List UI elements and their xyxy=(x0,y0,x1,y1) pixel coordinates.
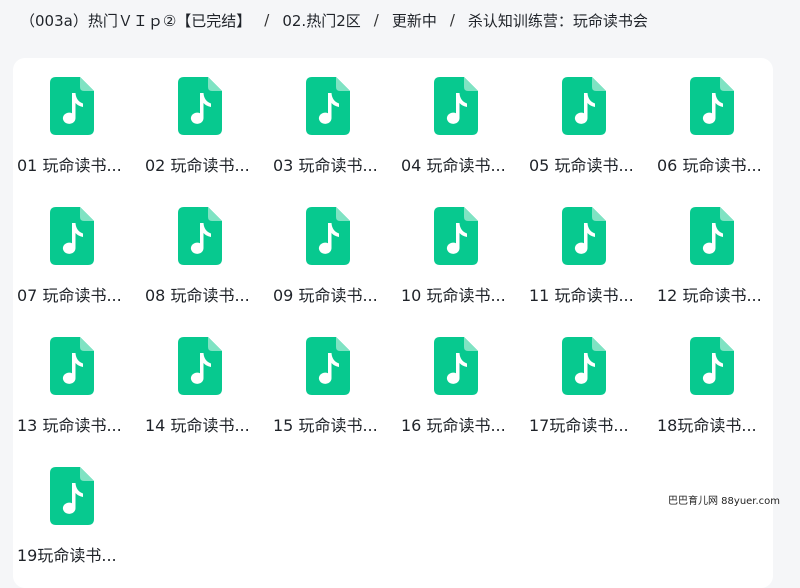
breadcrumb-item-root[interactable]: （003a）热门ＶＩｐ②【已完结】 xyxy=(20,10,251,31)
file-item[interactable]: 13 玩命读书... xyxy=(13,318,133,438)
music-file-icon xyxy=(690,77,734,135)
file-name-label: 19玩命读书... xyxy=(17,546,117,565)
file-item[interactable]: 18玩命读书... xyxy=(653,318,773,438)
file-item[interactable]: 10 玩命读书... xyxy=(397,188,517,308)
file-item[interactable]: 07 玩命读书... xyxy=(13,188,133,308)
file-item[interactable]: 14 玩命读书... xyxy=(141,318,261,438)
music-file-icon xyxy=(178,207,222,265)
file-item[interactable]: 05 玩命读书... xyxy=(525,58,645,178)
file-item[interactable]: 17玩命读书... xyxy=(525,318,645,438)
music-file-icon xyxy=(434,77,478,135)
watermark-text: 巴巴育儿网 88yuer.com xyxy=(668,496,781,507)
file-item[interactable]: 02 玩命读书... xyxy=(141,58,261,178)
breadcrumb-separator: / xyxy=(373,11,379,29)
music-file-icon xyxy=(562,207,606,265)
file-name-label: 04 玩命读书... xyxy=(401,156,506,175)
music-file-icon xyxy=(562,337,606,395)
music-file-icon xyxy=(50,467,94,525)
file-item[interactable]: 09 玩命读书... xyxy=(269,188,389,308)
file-grid-panel: 01 玩命读书... 02 玩命读书... 03 玩命读书... 04 玩命读书...… xyxy=(13,58,773,588)
breadcrumb: （003a）热门ＶＩｐ②【已完结】 / 02.热门2区 / 更新中 / 杀认知训… xyxy=(20,8,648,32)
breadcrumb-item-hot-zone-2[interactable]: 02.热门2区 xyxy=(282,10,360,31)
file-name-label: 01 玩命读书... xyxy=(17,156,122,175)
file-name-label: 10 玩命读书... xyxy=(401,286,506,305)
file-name-label: 05 玩命读书... xyxy=(529,156,634,175)
file-item[interactable]: 08 玩命读书... xyxy=(141,188,261,308)
music-file-icon xyxy=(690,337,734,395)
breadcrumb-item-current-folder: 杀认知训练营：玩命读书会 xyxy=(467,11,648,30)
music-file-icon xyxy=(306,77,350,135)
file-name-label: 12 玩命读书... xyxy=(657,286,762,305)
file-name-label: 06 玩命读书... xyxy=(657,156,762,175)
file-name-label: 07 玩命读书... xyxy=(17,286,122,305)
file-name-label: 16 玩命读书... xyxy=(401,416,506,435)
file-name-label: 02 玩命读书... xyxy=(145,156,250,175)
file-name-label: 18玩命读书... xyxy=(657,416,757,435)
music-file-icon xyxy=(50,337,94,395)
file-name-label: 08 玩命读书... xyxy=(145,286,250,305)
file-item[interactable]: 12 玩命读书... xyxy=(653,188,773,308)
file-item[interactable]: 06 玩命读书... xyxy=(653,58,773,178)
music-file-icon xyxy=(306,337,350,395)
breadcrumb-item-updating[interactable]: 更新中 xyxy=(392,10,437,31)
music-file-icon xyxy=(434,337,478,395)
music-file-icon xyxy=(562,77,606,135)
music-file-icon xyxy=(690,207,734,265)
file-name-label: 17玩命读书... xyxy=(529,416,629,435)
music-file-icon xyxy=(50,207,94,265)
file-name-label: 03 玩命读书... xyxy=(273,156,378,175)
music-file-icon xyxy=(178,337,222,395)
file-name-label: 11 玩命读书... xyxy=(529,286,634,305)
file-name-label: 14 玩命读书... xyxy=(145,416,250,435)
music-file-icon xyxy=(306,207,350,265)
file-name-label: 09 玩命读书... xyxy=(273,286,378,305)
breadcrumb-separator: / xyxy=(449,11,455,29)
file-name-label: 15 玩命读书... xyxy=(273,416,378,435)
music-file-icon xyxy=(434,207,478,265)
music-file-icon xyxy=(178,77,222,135)
file-item[interactable]: 16 玩命读书... xyxy=(397,318,517,438)
file-item[interactable]: 04 玩命读书... xyxy=(397,58,517,178)
file-item[interactable]: 15 玩命读书... xyxy=(269,318,389,438)
file-item[interactable]: 01 玩命读书... xyxy=(13,58,133,178)
file-item[interactable]: 11 玩命读书... xyxy=(525,188,645,308)
file-name-label: 13 玩命读书... xyxy=(17,416,122,435)
file-item[interactable]: 03 玩命读书... xyxy=(269,58,389,178)
breadcrumb-separator: / xyxy=(264,11,270,29)
music-file-icon xyxy=(50,77,94,135)
file-item[interactable]: 19玩命读书... xyxy=(13,448,133,568)
